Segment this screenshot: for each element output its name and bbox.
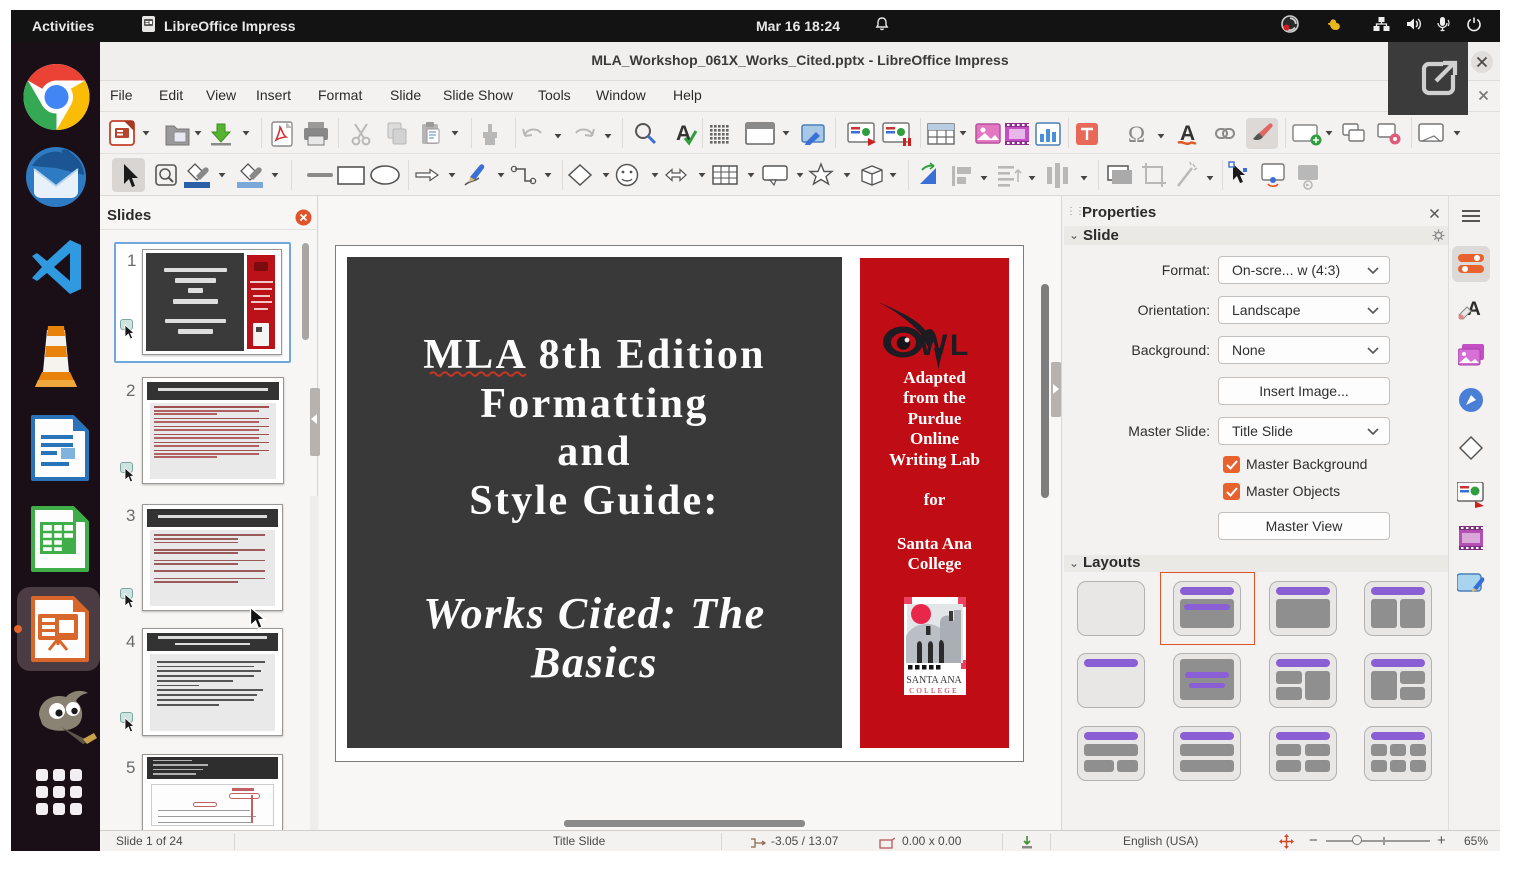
svg-text:W: W	[919, 329, 948, 362]
svg-text:L: L	[950, 329, 968, 362]
svg-text:COLLEGE: COLLEGE	[909, 686, 959, 695]
svg-text:Ω: Ω	[1128, 122, 1145, 147]
svg-text:SANTA ANA: SANTA ANA	[906, 675, 962, 686]
